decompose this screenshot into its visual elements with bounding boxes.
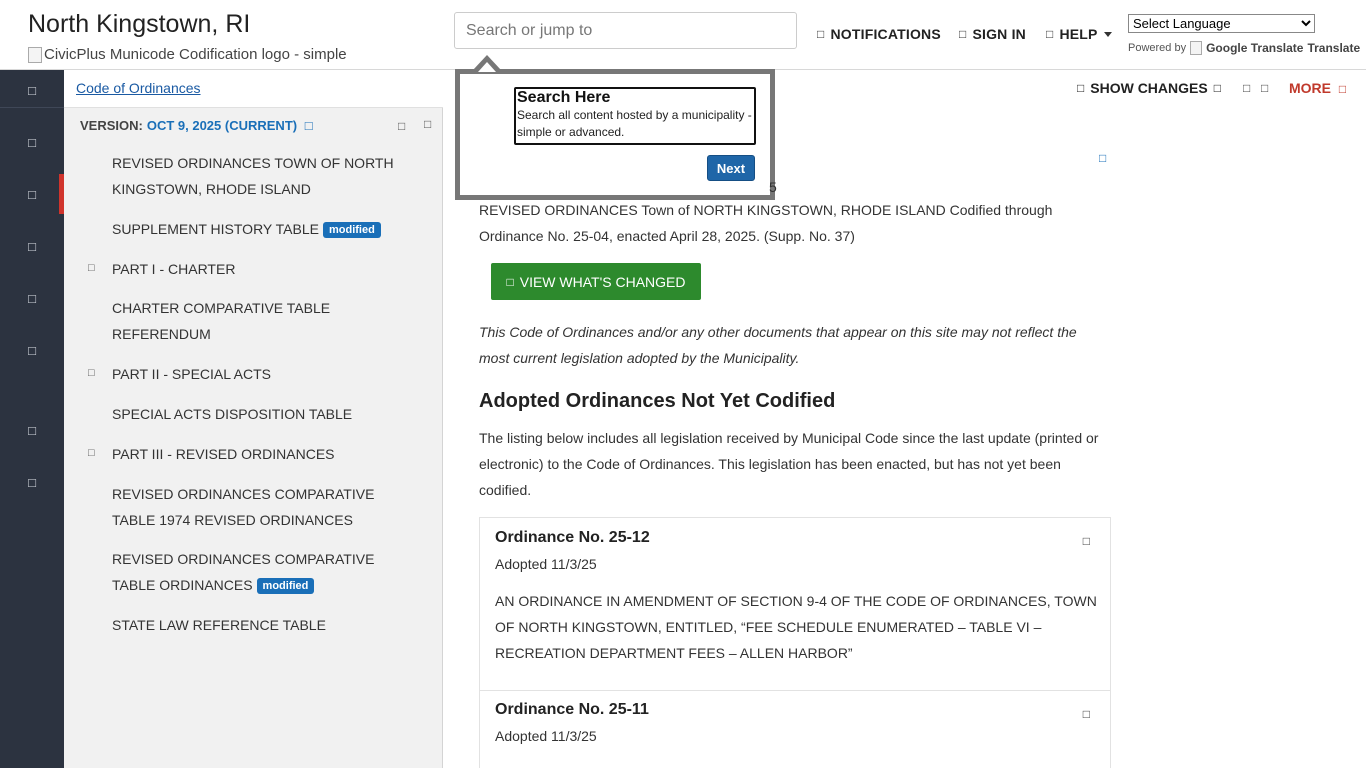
help-menu[interactable]: □ HELP: [1046, 26, 1112, 42]
show-changes-label: SHOW CHANGES: [1090, 80, 1208, 96]
toc-item[interactable]: PART II - SPECIAL ACTS: [112, 361, 412, 387]
toc-item[interactable]: PART III - REVISED ORDINANCES: [112, 441, 412, 467]
expand-icon[interactable]: □: [88, 262, 95, 274]
notifications-label: NOTIFICATIONS: [830, 26, 941, 42]
toc-item[interactable]: REVISED ORDINANCES COMPARATIVE TABLE ORD…: [112, 546, 397, 598]
disclaimer-text: This Code of Ordinances and/or any other…: [479, 324, 1077, 366]
tour-text: Search all content hosted by a municipal…: [517, 108, 752, 139]
popover-arrow-inner: [478, 62, 496, 72]
question-icon: □: [1046, 27, 1054, 41]
version-selector[interactable]: VERSION: OCT 9, 2025 (CURRENT) □: [80, 118, 313, 133]
toc-item[interactable]: REVISED ORDINANCES TOWN OF NORTH KINGSTO…: [112, 150, 412, 202]
toggle-icon: □: [1077, 81, 1085, 95]
notifications-link[interactable]: □ NOTIFICATIONS: [817, 26, 941, 42]
toc-item[interactable]: SPECIAL ACTS DISPOSITION TABLE: [112, 401, 412, 427]
sign-in-label: SIGN IN: [972, 26, 1026, 42]
toc-item[interactable]: CHARTER COMPARATIVE TABLE REFERENDUM: [112, 295, 372, 347]
site-header: North Kingstown, RI CivicPlus Municode C…: [0, 0, 1366, 70]
modified-badge: modified: [322, 222, 381, 239]
expand-all-icon[interactable]: □: [398, 119, 405, 133]
bookmark-icon[interactable]: □: [0, 410, 64, 450]
google-logo-icon: [1190, 41, 1203, 55]
tour-step-number: 5: [769, 179, 777, 195]
view-whats-changed-label: VIEW WHAT'S CHANGED: [519, 273, 686, 290]
search-icon[interactable]: □: [0, 226, 64, 266]
site-title[interactable]: North Kingstown, RI: [28, 10, 250, 39]
toc-item[interactable]: SUPPLEMENT HISTORY TABLE modified: [112, 216, 412, 242]
listing-description: The listing below includes all legislati…: [479, 430, 1099, 498]
tour-next-button[interactable]: Next: [707, 155, 755, 181]
toc-item-label: REVISED ORDINANCES COMPARATIVE TABLE ORD…: [112, 551, 375, 593]
modified-badge: modified: [256, 578, 315, 595]
sign-in-link[interactable]: □ SIGN IN: [959, 26, 1026, 42]
ordinance-title: Ordinance No. 25-11: [495, 701, 649, 718]
print-icon[interactable]: □: [0, 462, 64, 502]
municode-logo[interactable]: CivicPlus Municode Codification logo - s…: [28, 46, 347, 63]
ordinance-card: Ordinance No. 25-12 Adopted 11/3/25 AN O…: [479, 517, 1111, 691]
toc-panel: Code of Ordinances VERSION: OCT 9, 2025 (…: [64, 70, 443, 768]
document-icon[interactable]: □: [1083, 707, 1090, 721]
compare-icon: □: [506, 274, 514, 289]
toc-item[interactable]: REVISED ORDINANCES COMPARATIVE TABLE 197…: [112, 481, 397, 533]
translate-link[interactable]: Translate: [1307, 41, 1360, 55]
chevron-down-icon: [1103, 31, 1112, 37]
ordinance-title: Ordinance No. 25-12: [495, 529, 650, 546]
search-input[interactable]: [454, 12, 797, 49]
collapse-icon[interactable]: □: [424, 117, 431, 131]
google-translate-label: Google Translate: [1206, 41, 1304, 55]
ordinance-description: AN ORDINANCE IN AMENDMENT OF SECTION 9-4…: [495, 593, 1097, 661]
toc-item[interactable]: PART I - CHARTER: [112, 256, 412, 282]
powered-by: Powered by Google Translate Translate: [1128, 41, 1360, 55]
toc-item-label: SUPPLEMENT HISTORY TABLE: [112, 221, 319, 237]
broken-image-icon: [28, 46, 42, 63]
powered-by-label: Powered by: [1128, 42, 1187, 54]
share-icon[interactable]: □: [1099, 151, 1106, 165]
document-icon[interactable]: □: [1083, 534, 1090, 548]
user-icon: □: [959, 27, 967, 41]
version-label: VERSION:: [80, 118, 143, 133]
more-menu[interactable]: MORE □: [1289, 80, 1346, 96]
ordinance-adopted-date: Adopted 11/3/25: [495, 728, 597, 744]
bell-icon: □: [817, 27, 825, 41]
left-rail: □ □ □ □ □ □ □ □: [0, 70, 64, 768]
chevron-down-icon: □: [1338, 82, 1347, 96]
show-changes-toggle[interactable]: □ SHOW CHANGES □: [1077, 80, 1221, 96]
next-icon[interactable]: □: [1261, 81, 1268, 95]
chevron-down-icon: □: [304, 118, 313, 133]
ordinance-adopted-date: Adopted 11/3/25: [495, 556, 597, 572]
expand-icon[interactable]: □: [88, 447, 95, 459]
home-icon[interactable]: □: [0, 122, 64, 162]
language-select[interactable]: Select Language: [1128, 14, 1315, 33]
code-intro: REVISED ORDINANCES Town of NORTH KINGSTO…: [479, 202, 1053, 244]
info-icon: □: [1213, 81, 1221, 95]
tour-step-box: Search Here Search all content hosted by…: [514, 87, 756, 145]
toc-item[interactable]: STATE LAW REFERENCE TABLE: [112, 612, 412, 638]
section-heading: Adopted Ordinances Not Yet Codified: [479, 390, 836, 412]
breadcrumb-bar: Code of Ordinances: [64, 70, 443, 108]
document-icon[interactable]: □: [0, 278, 64, 318]
help-label: HELP: [1059, 26, 1098, 42]
version-value: OCT 9, 2025 (CURRENT): [146, 118, 298, 133]
logo-alt-text: CivicPlus Municode Codification logo - s…: [44, 46, 347, 63]
book-icon[interactable]: □: [0, 174, 64, 214]
more-label: MORE: [1289, 80, 1331, 96]
view-whats-changed-button[interactable]: □ VIEW WHAT'S CHANGED: [491, 263, 701, 300]
compare-icon[interactable]: □: [0, 330, 64, 370]
previous-icon[interactable]: □: [1243, 81, 1250, 95]
expand-icon[interactable]: □: [88, 367, 95, 379]
tour-title: Search Here: [517, 89, 611, 106]
breadcrumb-code-of-ordinances[interactable]: Code of Ordinances: [76, 80, 201, 96]
ordinance-card: Ordinance No. 25-11 Adopted 11/3/25 □: [479, 690, 1111, 768]
menu-icon[interactable]: □: [0, 70, 64, 110]
